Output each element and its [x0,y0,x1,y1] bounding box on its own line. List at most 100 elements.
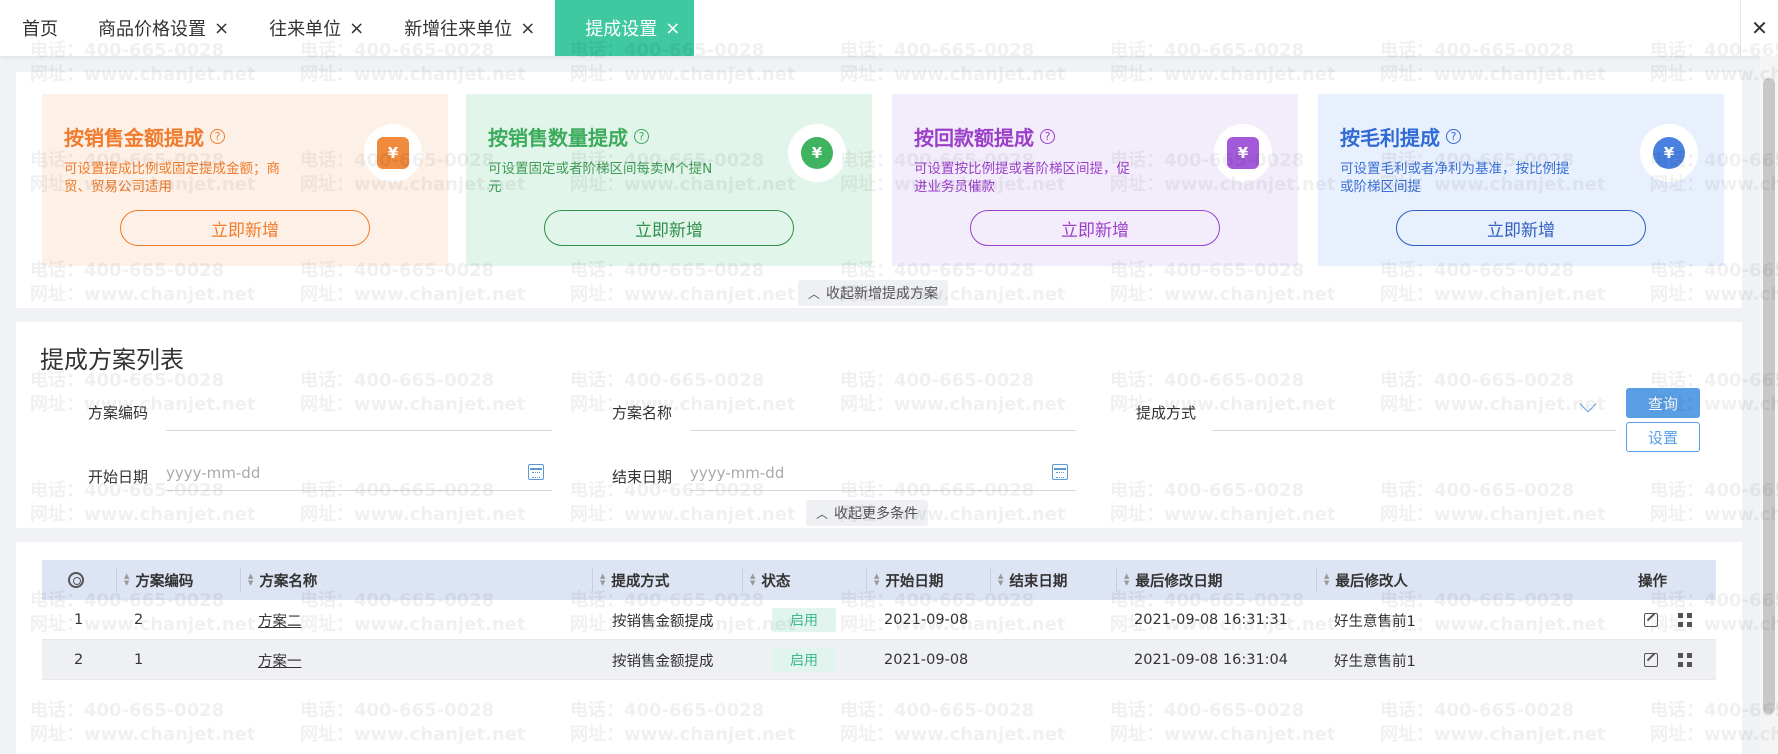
method-select[interactable] [1212,430,1616,431]
col-modifier[interactable]: ▲ ▼ 最后修改人 [1324,560,1408,600]
row-method: 按销售金额提成 [612,653,714,670]
card-sales-amount: 按销售金额提成 ? 可设置提成比例或固定提成金额；商贸、贸易公司适用 ¥ 立即新… [42,94,448,266]
card-description: 可设置按比例提或者阶梯区间提，促进业务员催款 [914,161,1130,195]
settings-button[interactable]: 设置 [1626,422,1700,452]
card-description: 可设置提成比例或固定提成金额；商贸、贸易公司适用 [64,161,280,195]
close-icon: ✕ [1751,16,1768,40]
col-start-date[interactable]: ▲ ▼ 开始日期 [874,560,943,600]
tab-label: 往来单位 [269,19,342,40]
name-input[interactable] [690,430,1076,431]
sort-icon: ▲ ▼ [248,572,254,587]
row-start-date: 2021-09-08 [884,652,969,668]
row-modifier: 好生意售前1 [1334,653,1416,670]
row-actions [1644,640,1712,680]
edit-icon[interactable] [1644,653,1658,667]
card-sales-quantity: 按销售数量提成 ? 可设置固定或者阶梯区间每卖M个提N元 ¥ 立即新增 [466,94,872,266]
row-index: 2 [74,652,84,668]
card-gross-profit: 按毛利提成 ? 可设置毛利或者净利为基准，按比例提或阶梯区间提 ¥ 立即新增 [1318,94,1724,266]
gear-icon [68,572,84,588]
calendar-icon[interactable] [1052,464,1068,480]
sort-icon: ▲ ▼ [124,572,130,587]
table-row[interactable]: 2 1 方案一 按销售金额提成 启用 2021-09-08 2021-09-08… [42,640,1716,680]
money-house-icon: ¥ [788,124,846,182]
col-method[interactable]: ▲ ▼ 提成方式 [600,560,669,600]
col-actions: 操作 [1638,573,1667,590]
start-date-label: 开始日期 [88,468,149,486]
card-description: 可设置毛利或者净利为基准，按比例提或阶梯区间提 [1340,161,1570,195]
row-start-date: 2021-09-08 [884,612,969,628]
tab-label: 首页 [22,19,58,40]
tab-label: 新增往来单位 [404,19,513,40]
row-name-link[interactable]: 方案一 [258,640,302,680]
end-date-underline [690,490,1076,491]
add-payment-amount-button[interactable]: 立即新增 [970,210,1220,246]
table-header: ▲ ▼ 方案编码 ▲ ▼ 方案名称 ▲ ▼ 提成方式 ▲ ▼ 状态 ▲ ▼ 开始日期 ▲ ▼ 结束日期 … [42,560,1716,600]
card-title: 按销售金额提成 ? [64,122,225,151]
card-description: 可设置固定或者阶梯区间每卖M个提N元 [488,161,713,195]
end-date-label: 结束日期 [612,468,673,486]
close-icon[interactable]: × [520,18,535,39]
close-icon[interactable]: × [349,18,364,39]
help-icon[interactable]: ? [210,129,225,144]
status-badge: 启用 [772,640,836,680]
money-bag-icon: ¥ [1640,124,1698,182]
card-title: 按销售数量提成 ? [488,122,649,151]
cash-box-icon: ¥ [364,124,422,182]
close-icon[interactable]: × [665,18,680,39]
tab-partners[interactable]: 往来单位 × [249,0,384,56]
row-name-link[interactable]: 方案二 [258,600,302,640]
column-settings-button[interactable] [68,560,84,600]
new-scheme-panel: 按销售金额提成 ? 可设置提成比例或固定提成金额；商贸、贸易公司适用 ¥ 立即新… [16,72,1742,308]
grid-icon[interactable] [1678,613,1692,627]
col-status[interactable]: ▲ ▼ 状态 [750,560,790,600]
chevron-down-icon[interactable] [1579,395,1597,413]
chevron-up-icon: ︿ [816,506,829,521]
sort-icon: ▲ ▼ [1324,572,1330,587]
edit-icon[interactable] [1644,613,1658,627]
status-badge: 启用 [772,600,836,640]
table-row[interactable]: 1 2 方案二 按销售金额提成 启用 2021-09-08 2021-09-08… [42,600,1716,640]
scrollbar-thumb[interactable] [1763,78,1775,714]
close-icon[interactable]: × [214,18,229,39]
row-actions [1644,600,1712,640]
add-gross-profit-button[interactable]: 立即新增 [1396,210,1646,246]
scheme-table: ▲ ▼ 方案编码 ▲ ▼ 方案名称 ▲ ▼ 提成方式 ▲ ▼ 状态 ▲ ▼ 开始日期 ▲ ▼ 结束日期 … [42,560,1716,680]
help-icon[interactable]: ? [1040,129,1055,144]
tab-bar: 首页 商品价格设置 × 往来单位 × 新增往来单位 × 提成设置 × ✕ [0,0,1778,56]
col-modified-date[interactable]: ▲ ▼ 最后修改日期 [1124,560,1222,600]
add-sales-quantity-button[interactable]: 立即新增 [544,210,794,246]
page-title: 提成方案列表 [40,346,184,374]
help-icon[interactable]: ? [1446,129,1461,144]
help-icon[interactable]: ? [634,129,649,144]
collapse-new-scheme-button[interactable]: ︿ 收起新增提成方案 [798,280,949,306]
tab-new-partner[interactable]: 新增往来单位 × [384,0,555,56]
chevron-up-icon: ︿ [808,286,821,301]
end-date-input[interactable]: yyyy-mm-dd [690,464,784,482]
calendar-money-icon: ¥ [1214,124,1272,182]
calendar-icon[interactable] [528,464,544,480]
row-code: 2 [134,612,144,628]
sort-icon: ▲ ▼ [1124,572,1130,587]
tab-commission-settings[interactable]: 提成设置 × [555,0,695,56]
add-sales-amount-button[interactable]: 立即新增 [120,210,370,246]
grid-icon[interactable] [1678,653,1692,667]
card-title: 按毛利提成 ? [1340,122,1461,151]
query-button[interactable]: 查询 [1626,388,1700,418]
card-payment-amount: 按回款额提成 ? 可设置按比例提或者阶梯区间提，促进业务员催款 ¥ 立即新增 [892,94,1298,266]
close-all-tabs-button[interactable]: ✕ [1740,0,1778,56]
tab-label: 商品价格设置 [98,19,206,40]
tab-home[interactable]: 首页 [0,0,78,56]
scheme-table-panel: ▲ ▼ 方案编码 ▲ ▼ 方案名称 ▲ ▼ 提成方式 ▲ ▼ 状态 ▲ ▼ 开始日期 ▲ ▼ 结束日期 … [16,542,1742,754]
col-end-date[interactable]: ▲ ▼ 结束日期 [998,560,1067,600]
filter-panel: 提成方案列表 方案编码 方案名称 提成方式 查询 设置 开始日期 yyyy-mm… [16,322,1742,528]
start-date-input[interactable]: yyyy-mm-dd [166,464,260,482]
collapse-more-conditions-button[interactable]: ︿ 收起更多条件 [806,500,929,526]
sort-icon: ▲ ▼ [600,572,606,587]
col-code[interactable]: ▲ ▼ 方案编码 [124,560,193,600]
row-code: 1 [134,652,144,668]
tab-price-settings[interactable]: 商品价格设置 × [78,0,249,56]
row-modified-date: 2021-09-08 16:31:04 [1134,652,1288,668]
sort-icon: ▲ ▼ [874,572,880,587]
code-input[interactable] [166,430,552,431]
col-name[interactable]: ▲ ▼ 方案名称 [248,560,317,600]
